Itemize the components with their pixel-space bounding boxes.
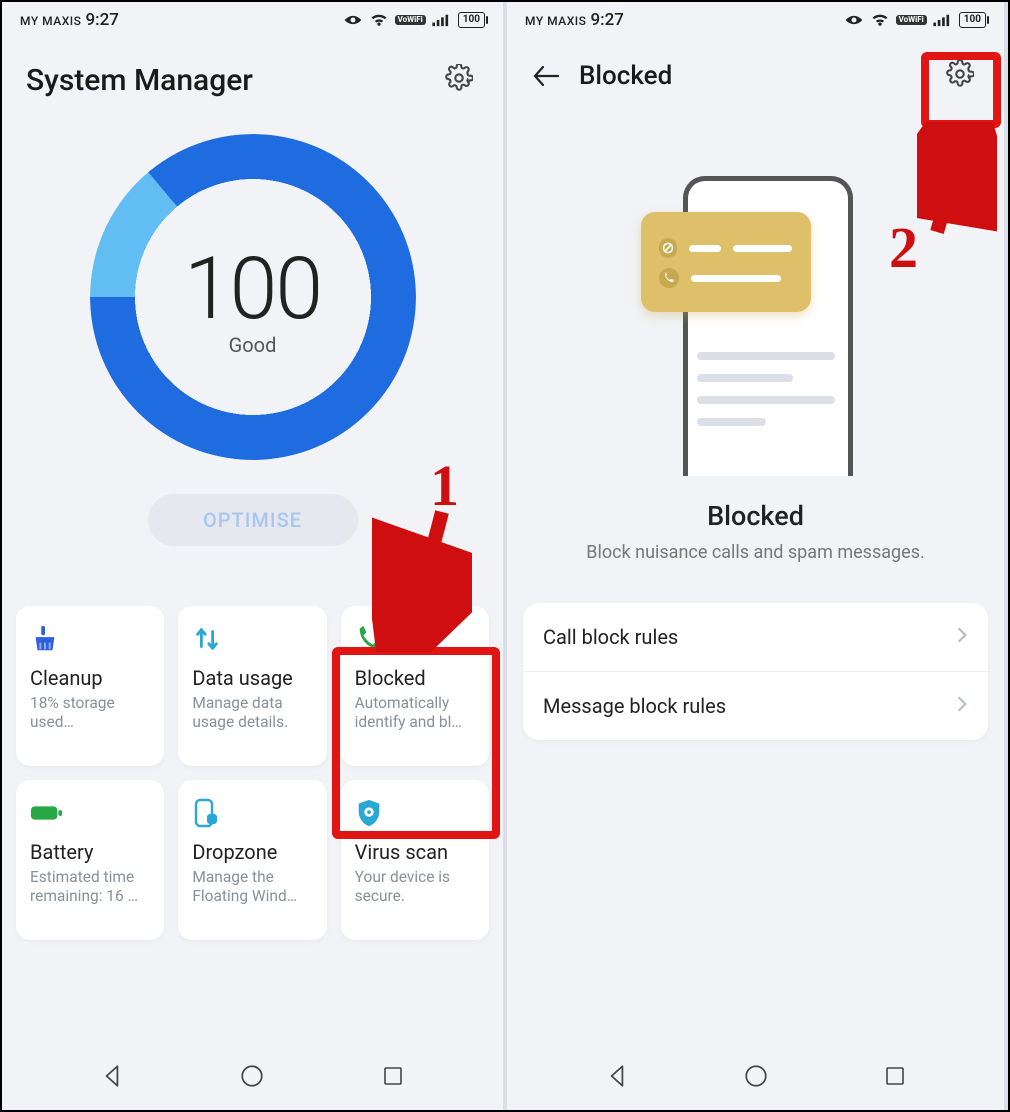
vowifi-badge: VoWiFi	[896, 15, 927, 25]
tile-desc: Manage the Floating Wind…	[192, 868, 312, 907]
dropzone-icon	[192, 796, 312, 830]
tile-cleanup[interactable]: Cleanup 18% storage used…	[16, 606, 164, 766]
blocked-hero: Blocked Block nuisance calls and spam me…	[507, 104, 1004, 563]
row-call-block-rules[interactable]: Call block rules	[523, 603, 988, 671]
battery-icon	[30, 796, 150, 830]
feature-grid: Cleanup 18% storage used… Data usage Man…	[2, 546, 503, 940]
clock-label: 9:27	[85, 10, 118, 30]
row-label: Message block rules	[543, 694, 726, 718]
right-screen: MY MAXIS 9:27 VoWiFi 100	[503, 2, 1004, 1110]
nav-recents[interactable]	[870, 1051, 920, 1101]
nav-home[interactable]	[227, 1051, 277, 1101]
tile-desc: 18% storage used…	[30, 694, 150, 733]
gear-icon	[946, 60, 974, 92]
signal-icon	[933, 13, 953, 27]
tile-title: Cleanup	[30, 666, 150, 690]
page-title: System Manager	[26, 63, 253, 98]
optimise-button[interactable]: OPTIMISE	[148, 494, 358, 546]
wifi-icon	[369, 12, 389, 28]
battery-indicator: 100	[959, 12, 986, 28]
optimise-label: OPTIMISE	[203, 508, 302, 532]
nav-recents[interactable]	[368, 1051, 418, 1101]
tile-desc: Manage data usage details.	[192, 694, 312, 733]
back-button[interactable]	[531, 56, 561, 96]
nav-back[interactable]	[592, 1051, 642, 1101]
tile-battery[interactable]: Battery Estimated time remaining: 16 …	[16, 780, 164, 940]
row-label: Call block rules	[543, 625, 678, 649]
score-value: 100	[184, 238, 321, 339]
battery-indicator: 100	[458, 12, 485, 28]
clock-label: 9:27	[590, 10, 623, 30]
blocked-illustration	[651, 152, 861, 482]
row-message-block-rules[interactable]: Message block rules	[523, 671, 988, 740]
signal-icon	[432, 13, 452, 27]
phone-block-icon	[355, 622, 475, 656]
status-bar: MY MAXIS 9:27 VoWiFi 100	[2, 2, 503, 38]
settings-button[interactable]	[439, 60, 479, 100]
tile-title: Dropzone	[192, 840, 312, 864]
shield-scan-icon	[355, 796, 475, 830]
wifi-icon	[870, 12, 890, 28]
tile-desc: Estimated time remaining: 16 …	[30, 868, 150, 907]
visibility-icon	[343, 13, 363, 27]
tile-blocked[interactable]: Blocked Automatically identify and bl…	[341, 606, 489, 766]
hero-title: Blocked	[707, 500, 804, 532]
nav-bar	[507, 1050, 1004, 1110]
hero-subtitle: Block nuisance calls and spam messages.	[586, 542, 924, 563]
carrier-label: MY MAXIS	[20, 14, 81, 28]
score-label: Good	[229, 333, 277, 357]
tile-desc: Automatically identify and bl…	[355, 694, 475, 733]
nav-back[interactable]	[87, 1051, 137, 1101]
vowifi-badge: VoWiFi	[395, 15, 426, 25]
page-title: Blocked	[579, 61, 672, 91]
chevron-right-icon	[956, 625, 968, 649]
tile-title: Data usage	[192, 666, 312, 690]
left-screen: MY MAXIS 9:27 VoWiFi 100 System Manager	[2, 2, 503, 1110]
carrier-label: MY MAXIS	[525, 14, 586, 28]
chevron-right-icon	[956, 694, 968, 718]
tile-dropzone[interactable]: Dropzone Manage the Floating Wind…	[178, 780, 326, 940]
health-score: 100 Good	[2, 108, 503, 460]
data-arrows-icon	[192, 622, 312, 656]
status-bar: MY MAXIS 9:27 VoWiFi 100	[507, 2, 1004, 38]
tile-title: Battery	[30, 840, 150, 864]
tile-title: Virus scan	[355, 840, 475, 864]
broom-icon	[30, 622, 150, 656]
nav-bar	[2, 1050, 503, 1110]
page-header: System Manager	[2, 38, 503, 108]
visibility-icon	[844, 13, 864, 27]
gear-icon	[445, 64, 473, 96]
tile-virus-scan[interactable]: Virus scan Your device is secure.	[341, 780, 489, 940]
page-header: Blocked	[507, 38, 1004, 104]
nav-home[interactable]	[731, 1051, 781, 1101]
annotation-number-1: 1	[430, 452, 459, 519]
tile-desc: Your device is secure.	[355, 868, 475, 907]
tile-title: Blocked	[355, 666, 475, 690]
block-rules-list: Call block rules Message block rules	[523, 603, 988, 740]
tile-data-usage[interactable]: Data usage Manage data usage details.	[178, 606, 326, 766]
settings-button[interactable]	[940, 56, 980, 96]
